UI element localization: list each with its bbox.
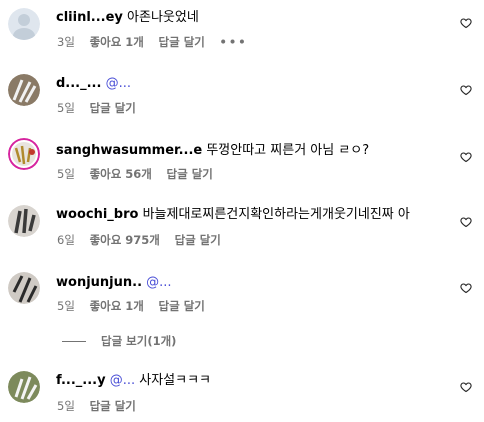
- comment-meta: 5일 좋아요 1개 답글 달기: [57, 298, 216, 314]
- heart-outline-icon[interactable]: [460, 17, 472, 29]
- avatar[interactable]: [8, 8, 40, 40]
- divider: [62, 340, 86, 342]
- comment-username[interactable]: woochi_bro: [56, 207, 138, 222]
- comment-meta: 5일 좋아요 56개 답글 달기: [57, 166, 224, 182]
- comment-body: d..._... @...: [56, 75, 131, 93]
- comment-mention[interactable]: @...: [146, 275, 171, 290]
- reply-button[interactable]: 답글 달기: [175, 233, 221, 247]
- comment-body: cliinl...ey 아존나웃었네: [56, 9, 199, 27]
- comment-time[interactable]: 5일: [57, 167, 75, 181]
- heart-outline-icon[interactable]: [460, 381, 472, 393]
- comment-time[interactable]: 6일: [57, 233, 75, 247]
- comment-body: sanghwasummer...e 뚜껑안따고 찌른거 아님 ㄹㅇ?: [56, 142, 369, 160]
- comment-body: woochi_bro 바늘제대로찌른건지확인하라는게개웃기네진짜 아: [56, 206, 410, 224]
- reply-button[interactable]: 답글 달기: [90, 101, 136, 115]
- heart-outline-icon[interactable]: [460, 216, 472, 228]
- comment-likes[interactable]: 좋아요 1개: [90, 35, 144, 49]
- comment-username[interactable]: d..._...: [56, 76, 101, 91]
- reply-button[interactable]: 답글 달기: [159, 35, 205, 49]
- heart-outline-icon[interactable]: [460, 282, 472, 294]
- avatar[interactable]: [8, 74, 40, 106]
- avatar[interactable]: [8, 272, 40, 304]
- heart-outline-icon[interactable]: [460, 151, 472, 163]
- comment-mention[interactable]: @...: [106, 76, 131, 91]
- comment-meta: 5일 답글 달기: [57, 398, 147, 414]
- comment-meta: 3일 좋아요 1개 답글 달기 •••: [57, 34, 259, 50]
- reply-button[interactable]: 답글 달기: [90, 399, 136, 413]
- comment-meta: 6일 좋아요 975개 답글 달기: [57, 232, 232, 248]
- comment-body: f..._...y @... 사자설ㅋㅋㅋ: [56, 372, 211, 390]
- view-replies-button[interactable]: 답글 보기(1개): [62, 333, 176, 349]
- comment-time[interactable]: 3일: [57, 35, 75, 49]
- avatar[interactable]: [8, 371, 40, 403]
- view-replies-label: 답글 보기(1개): [101, 334, 177, 348]
- comment-likes[interactable]: 좋아요 56개: [90, 167, 152, 181]
- comment-mention[interactable]: @...: [110, 373, 135, 388]
- reply-button[interactable]: 답글 달기: [159, 299, 205, 313]
- comment-username[interactable]: f..._...y: [56, 373, 106, 388]
- comment-text: 바늘제대로찌른건지확인하라는게개웃기네진짜 아: [142, 207, 410, 222]
- comment-username[interactable]: wonjunjun..: [56, 275, 142, 290]
- comment-likes[interactable]: 좋아요 1개: [90, 299, 144, 313]
- comment-username[interactable]: sanghwasummer...e: [56, 143, 202, 158]
- heart-outline-icon[interactable]: [460, 84, 472, 96]
- comment-text: 아존나웃었네: [127, 10, 199, 25]
- comment-body: wonjunjun.. @...: [56, 274, 172, 292]
- comment-time[interactable]: 5일: [57, 399, 75, 413]
- comment-text: 뚜껑안따고 찌른거 아님 ㄹㅇ?: [206, 143, 370, 158]
- reply-button[interactable]: 답글 달기: [167, 167, 213, 181]
- comment-likes[interactable]: 좋아요 975개: [90, 233, 160, 247]
- comment-time[interactable]: 5일: [57, 101, 75, 115]
- comment-username[interactable]: cliinl...ey: [56, 10, 123, 25]
- more-dots-icon[interactable]: •••: [220, 35, 248, 49]
- comment-meta: 5일 답글 달기: [57, 100, 147, 116]
- comment-text: 사자설ㅋㅋㅋ: [139, 373, 212, 388]
- comment-time[interactable]: 5일: [57, 299, 75, 313]
- avatar[interactable]: [8, 205, 40, 237]
- avatar[interactable]: [8, 138, 40, 170]
